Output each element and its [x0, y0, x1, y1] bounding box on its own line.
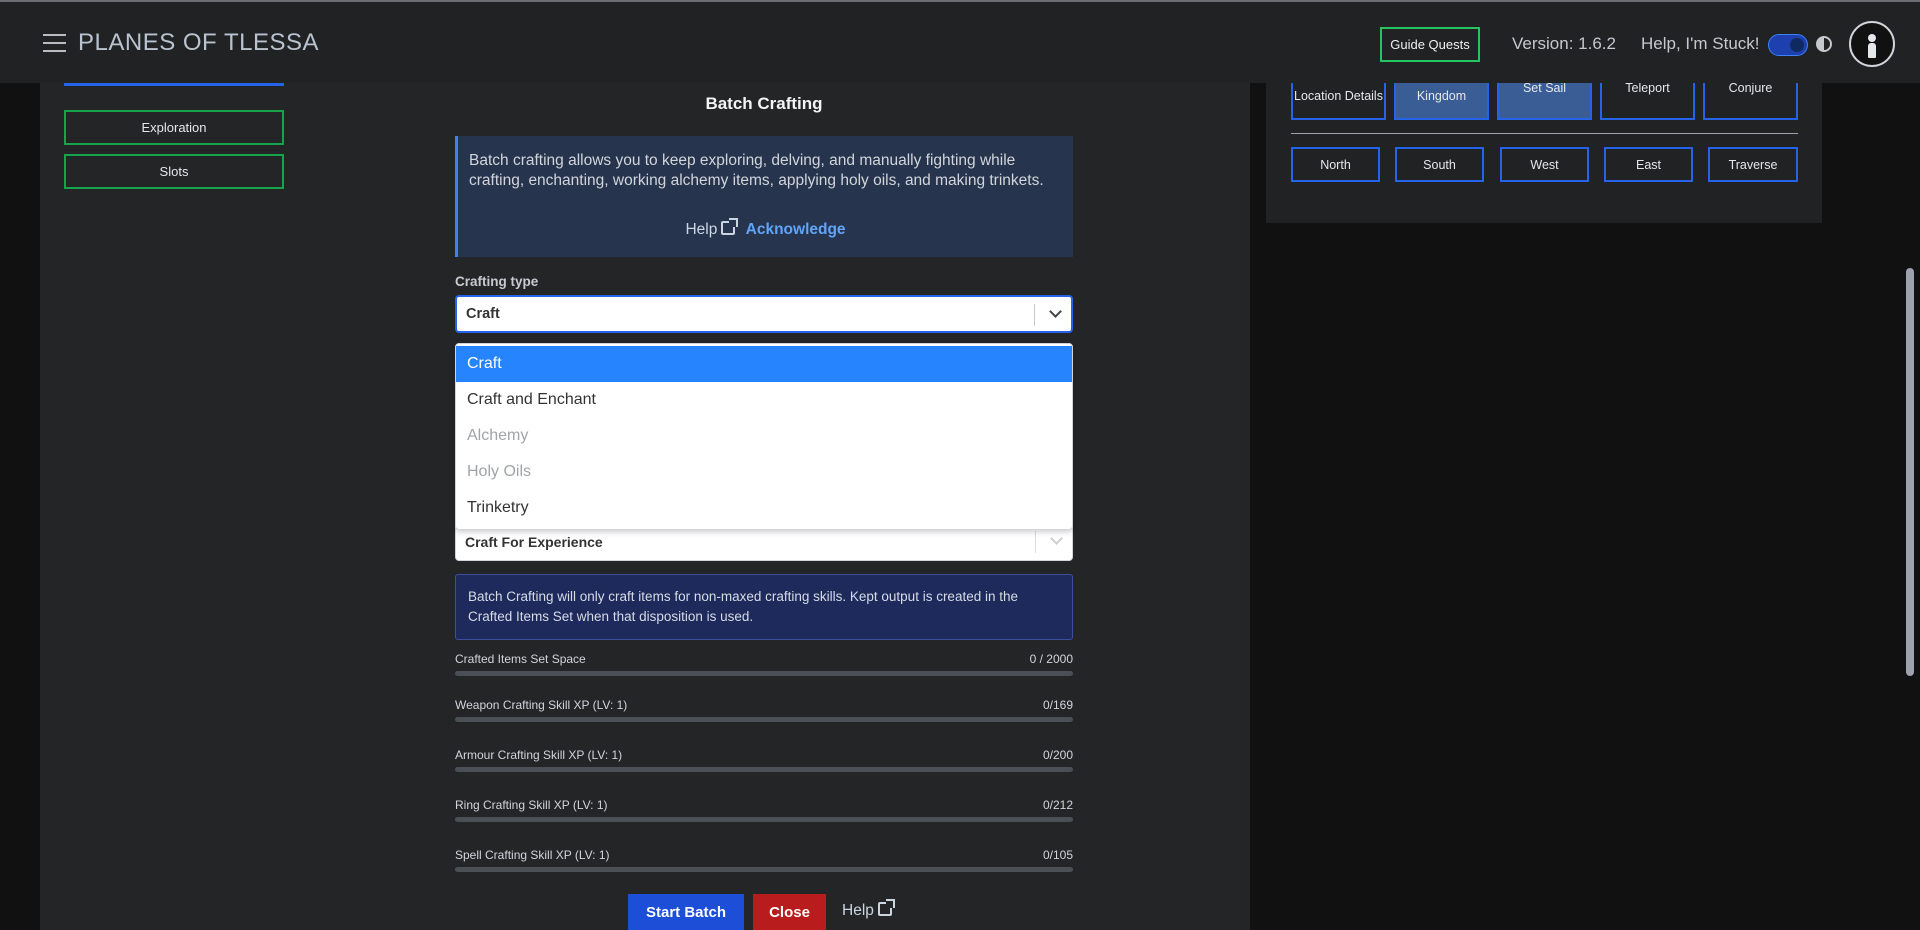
start-batch-button[interactable]: Start Batch	[628, 894, 744, 930]
exploration-button[interactable]: Exploration	[64, 110, 284, 145]
acknowledge-link[interactable]: Acknowledge	[746, 221, 846, 238]
page-scrollbar[interactable]	[1906, 268, 1914, 676]
bar-value: 0/169	[1042, 698, 1073, 712]
option-alchemy: Alchemy	[467, 427, 529, 444]
help-stuck-link[interactable]: Help, I'm Stuck!	[1641, 34, 1760, 54]
progress-track	[455, 767, 1073, 772]
map-divider	[1291, 133, 1798, 134]
crafted-items-space-bar: Crafted Items Set Space 0 / 2000	[455, 652, 1073, 676]
batch-info-text: Batch crafting allows you to keep explor…	[469, 152, 1044, 189]
avatar-icon[interactable]	[1849, 21, 1895, 67]
option-holy-oils: Holy Oils	[467, 463, 532, 480]
bar-value: 0 / 2000	[1029, 652, 1073, 666]
bar-value: 0/212	[1042, 798, 1073, 812]
external-link-icon	[721, 218, 739, 235]
crafting-type-value: Craft	[466, 306, 500, 322]
bar-label: Crafted Items Set Space	[455, 652, 586, 666]
south-button[interactable]: South	[1395, 147, 1484, 182]
contrast-icon	[1816, 36, 1832, 52]
bar-label: Spell Crafting Skill XP (LV: 1)	[455, 848, 610, 862]
modal-title: Batch Crafting	[705, 94, 823, 113]
armour-crafting-bar: Armour Crafting Skill XP (LV: 1) 0/200	[455, 748, 1073, 772]
bar-label: Ring Crafting Skill XP (LV: 1)	[455, 798, 608, 812]
batch-info-alert: Batch crafting allows you to keep explor…	[455, 136, 1073, 257]
chevron-down-icon[interactable]	[1049, 305, 1062, 318]
option-craft[interactable]: Craft	[456, 346, 1072, 382]
progress-track	[455, 817, 1073, 822]
bar-value: 0/200	[1042, 748, 1073, 762]
info-help-label: Help	[685, 221, 718, 238]
version-link[interactable]: Version: 1.6.2	[1512, 34, 1616, 54]
option-trinketry[interactable]: Trinketry	[456, 490, 1072, 526]
bar-label: Weapon Crafting Skill XP (LV: 1)	[455, 698, 628, 712]
select-divider	[1034, 304, 1035, 326]
crafting-type-label: Crafting type	[455, 274, 539, 289]
sidebar-active-indicator	[64, 83, 284, 86]
info-help-link[interactable]: Help	[685, 218, 739, 238]
ring-crafting-bar: Ring Crafting Skill XP (LV: 1) 0/212	[455, 798, 1073, 822]
progress-track	[455, 671, 1073, 676]
progress-track	[455, 717, 1073, 722]
guide-quests-button[interactable]: Guide Quests	[1380, 27, 1480, 62]
info-help-row: Help Acknowledge	[458, 218, 1073, 240]
batch-note-alert: Batch Crafting will only craft items for…	[455, 574, 1073, 640]
help-link[interactable]: Help	[842, 899, 895, 920]
crafting-type-select[interactable]: Craft	[455, 295, 1073, 333]
traverse-button[interactable]: Traverse	[1708, 147, 1798, 182]
option-craft-and-enchant[interactable]: Craft and Enchant	[456, 382, 1072, 418]
theme-toggle[interactable]	[1768, 34, 1808, 56]
help-label: Help	[842, 902, 874, 919]
close-button[interactable]: Close	[753, 894, 826, 930]
hamburger-menu-icon[interactable]	[43, 34, 66, 52]
brand-title[interactable]: PLANES OF TLESSA	[78, 29, 319, 57]
crafting-type-dropdown: Craft Craft and Enchant Alchemy Holy Oil…	[455, 343, 1073, 530]
north-button[interactable]: North	[1291, 147, 1380, 182]
east-button[interactable]: East	[1604, 147, 1693, 182]
west-button[interactable]: West	[1500, 147, 1589, 182]
weapon-crafting-bar: Weapon Crafting Skill XP (LV: 1) 0/169	[455, 698, 1073, 722]
select-divider	[1035, 531, 1036, 553]
progress-track	[455, 867, 1073, 872]
chevron-down-icon[interactable]	[1050, 532, 1063, 545]
bar-value: 0/105	[1042, 848, 1073, 862]
disposition-value: Craft For Experience	[465, 534, 603, 550]
external-link-icon	[877, 899, 895, 916]
slots-button[interactable]: Slots	[64, 154, 284, 189]
top-navbar: PLANES OF TLESSA Guide Quests Version: 1…	[0, 0, 1920, 83]
spell-crafting-bar: Spell Crafting Skill XP (LV: 1) 0/105	[455, 848, 1073, 872]
bar-label: Armour Crafting Skill XP (LV: 1)	[455, 748, 623, 762]
